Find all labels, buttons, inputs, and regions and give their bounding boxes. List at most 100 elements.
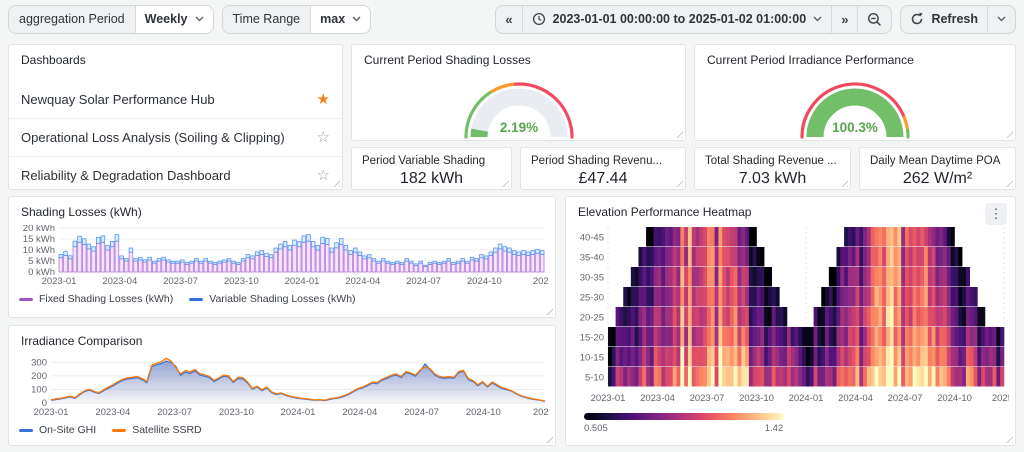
variable-aggregation-period: aggregation Period Weekly [8, 5, 214, 34]
dashboard-link[interactable]: Reliability & Degradation Dashboard [21, 168, 317, 183]
svg-text:2024-07: 2024-07 [888, 393, 923, 404]
elevation-heatmap-panel: Elevation Performance Heatmap ⋮ 5-10 10-1… [565, 196, 1016, 446]
svg-text:5 kWh: 5 kWh [28, 256, 55, 267]
svg-text:2023-01: 2023-01 [591, 393, 626, 404]
svg-text:10-15: 10-15 [580, 353, 604, 364]
variable-label: Time Range [223, 6, 312, 33]
svg-text:200: 200 [31, 371, 47, 382]
dashboards-panel: Dashboards Newquay Solar Performance Hub… [8, 44, 343, 190]
refresh-interval-dropdown[interactable] [987, 6, 1015, 33]
svg-text:2023-10: 2023-10 [219, 407, 254, 418]
legend-item[interactable]: Fixed Shading Losses (kWh) [19, 293, 173, 305]
svg-text:2023-04: 2023-04 [102, 276, 137, 287]
svg-text:100.3%: 100.3% [832, 120, 878, 135]
shading-losses-gauge-panel: Current Period Shading Losses 2.19% [351, 44, 686, 141]
panel-title: Dashboards [9, 45, 342, 71]
legend-label: Fixed Shading Losses (kWh) [39, 293, 173, 305]
irradiance-comparison-panel: Irradiance Comparison 01002003002023-012… [8, 325, 556, 446]
svg-text:2024-01: 2024-01 [285, 276, 320, 287]
dashboard-link[interactable]: Newquay Solar Performance Hub [21, 92, 317, 107]
chevron-down-icon [813, 16, 822, 22]
svg-text:25-30: 25-30 [580, 293, 604, 304]
legend-swatch [19, 298, 33, 301]
svg-text:5-10: 5-10 [585, 373, 604, 384]
dashboard-link[interactable]: Operational Loss Analysis (Soiling & Cli… [21, 130, 317, 145]
panel-title: Irradiance Comparison [9, 326, 555, 352]
time-picker-group: « 2023-01-01 00:00:00 to 2025-01-02 01:0… [495, 5, 892, 34]
panel-resize-handle[interactable] [544, 306, 553, 315]
svg-text:35-40: 35-40 [580, 253, 604, 264]
time-shift-forward-button[interactable]: » [831, 6, 857, 33]
star-icon-filled[interactable]: ★ [317, 92, 330, 107]
svg-text:2025-: 2025- [533, 407, 549, 418]
panel-title: Elevation Performance Heatmap [566, 197, 1015, 223]
legend-item[interactable]: Variable Shading Losses (kWh) [189, 293, 355, 305]
refresh-group: Refresh [900, 5, 1016, 34]
legend-label: Variable Shading Losses (kWh) [209, 293, 355, 305]
panel-resize-handle[interactable] [544, 434, 553, 443]
time-range-picker[interactable]: 2023-01-01 00:00:00 to 2025-01-02 01:00:… [522, 6, 832, 33]
svg-text:15-20: 15-20 [580, 333, 604, 344]
variable-value-dropdown[interactable]: Weekly [136, 6, 213, 33]
refresh-label: Refresh [931, 12, 978, 26]
shading-losses-panel: Shading Losses (kWh) 0 kWh5 kWh10 kWh15 … [8, 196, 556, 318]
elevation-heatmap-chart[interactable]: 5-1010-1515-2020-2525-3030-3535-4040-452… [574, 225, 1007, 442]
chevron-down-icon [997, 16, 1006, 22]
stat-period-shading-revenue: Period Shading Revenu... £47.44 [520, 147, 686, 190]
svg-text:2024-07: 2024-07 [406, 276, 441, 287]
svg-text:2023-07: 2023-07 [163, 276, 198, 287]
variable-value: max [320, 12, 345, 26]
irradiance-performance-gauge: 100.3% [695, 71, 1015, 139]
shading-losses-legend: Fixed Shading Losses (kWh) Variable Shadi… [19, 293, 545, 305]
time-range-text: 2023-01-01 00:00:00 to 2025-01-02 01:00:… [553, 12, 807, 26]
stat-title: Daily Mean Daytime POA [860, 148, 1015, 167]
dashboard-toolbar: aggregation Period Weekly Time Range max… [0, 0, 1024, 38]
refresh-icon [910, 12, 924, 26]
svg-text:2024-01: 2024-01 [789, 393, 824, 404]
irradiance-legend: On-Site GHI Satellite SSRD [19, 424, 545, 436]
variable-value-dropdown[interactable]: max [311, 6, 370, 33]
stat-value: 262 W/m² [860, 170, 1015, 188]
svg-text:2.19%: 2.19% [499, 120, 537, 135]
stat-title: Total Shading Revenue ... [695, 148, 850, 167]
chevron-down-icon [352, 16, 361, 22]
legend-item[interactable]: On-Site GHI [19, 424, 96, 436]
legend-item[interactable]: Satellite SSRD [112, 424, 201, 436]
legend-label: Satellite SSRD [132, 424, 201, 436]
zoom-out-time-button[interactable] [857, 6, 891, 33]
dashboard-list: Newquay Solar Performance Hub★ Operationa… [9, 81, 342, 194]
svg-text:15 kWh: 15 kWh [23, 234, 55, 245]
star-icon-outline[interactable]: ☆ [317, 168, 330, 183]
stat-total-shading-revenue: Total Shading Revenue ... 7.03 kWh [694, 147, 851, 190]
stat-value: 182 kWh [352, 170, 511, 188]
svg-text:40-45: 40-45 [580, 233, 604, 244]
svg-text:2024-07: 2024-07 [404, 407, 439, 418]
stat-value: £47.44 [521, 170, 685, 188]
refresh-button[interactable]: Refresh [901, 6, 987, 33]
svg-text:2024-10: 2024-10 [467, 276, 502, 287]
variable-time-range: Time Range max [222, 5, 372, 34]
dashboard-list-item[interactable]: Reliability & Degradation Dashboard☆ [9, 157, 342, 194]
svg-text:2024-04: 2024-04 [838, 393, 873, 404]
stat-title: Period Variable Shading [352, 148, 511, 167]
stat-title: Period Shading Revenu... [521, 148, 685, 167]
dashboard-list-item[interactable]: Operational Loss Analysis (Soiling & Cli… [9, 119, 342, 157]
irradiance-performance-gauge-panel: Current Period Irradiance Performance 10… [694, 44, 1016, 141]
svg-text:2025-: 2025- [992, 393, 1009, 404]
variable-value: Weekly [145, 12, 188, 26]
irradiance-comparison-chart[interactable]: 01002003002023-012023-042023-072023-1020… [17, 354, 547, 423]
time-shift-back-button[interactable]: « [496, 6, 521, 33]
svg-text:2023-10: 2023-10 [224, 276, 259, 287]
svg-text:30-35: 30-35 [580, 273, 604, 284]
svg-text:2023-01: 2023-01 [42, 276, 77, 287]
shading-losses-bar-chart[interactable]: 0 kWh5 kWh10 kWh15 kWh20 kWh2023-012023-… [17, 225, 547, 292]
svg-text:2024-04: 2024-04 [345, 276, 380, 287]
svg-text:2024-10: 2024-10 [466, 407, 501, 418]
star-icon-outline[interactable]: ☆ [317, 130, 330, 145]
panel-menu-kebab-icon[interactable]: ⋮ [985, 203, 1007, 225]
panel-title: Shading Losses (kWh) [9, 197, 555, 223]
dashboard-list-item[interactable]: Newquay Solar Performance Hub★ [9, 81, 342, 119]
svg-text:2023-07: 2023-07 [690, 393, 725, 404]
svg-text:2023-04: 2023-04 [95, 407, 130, 418]
svg-text:100: 100 [31, 385, 47, 396]
